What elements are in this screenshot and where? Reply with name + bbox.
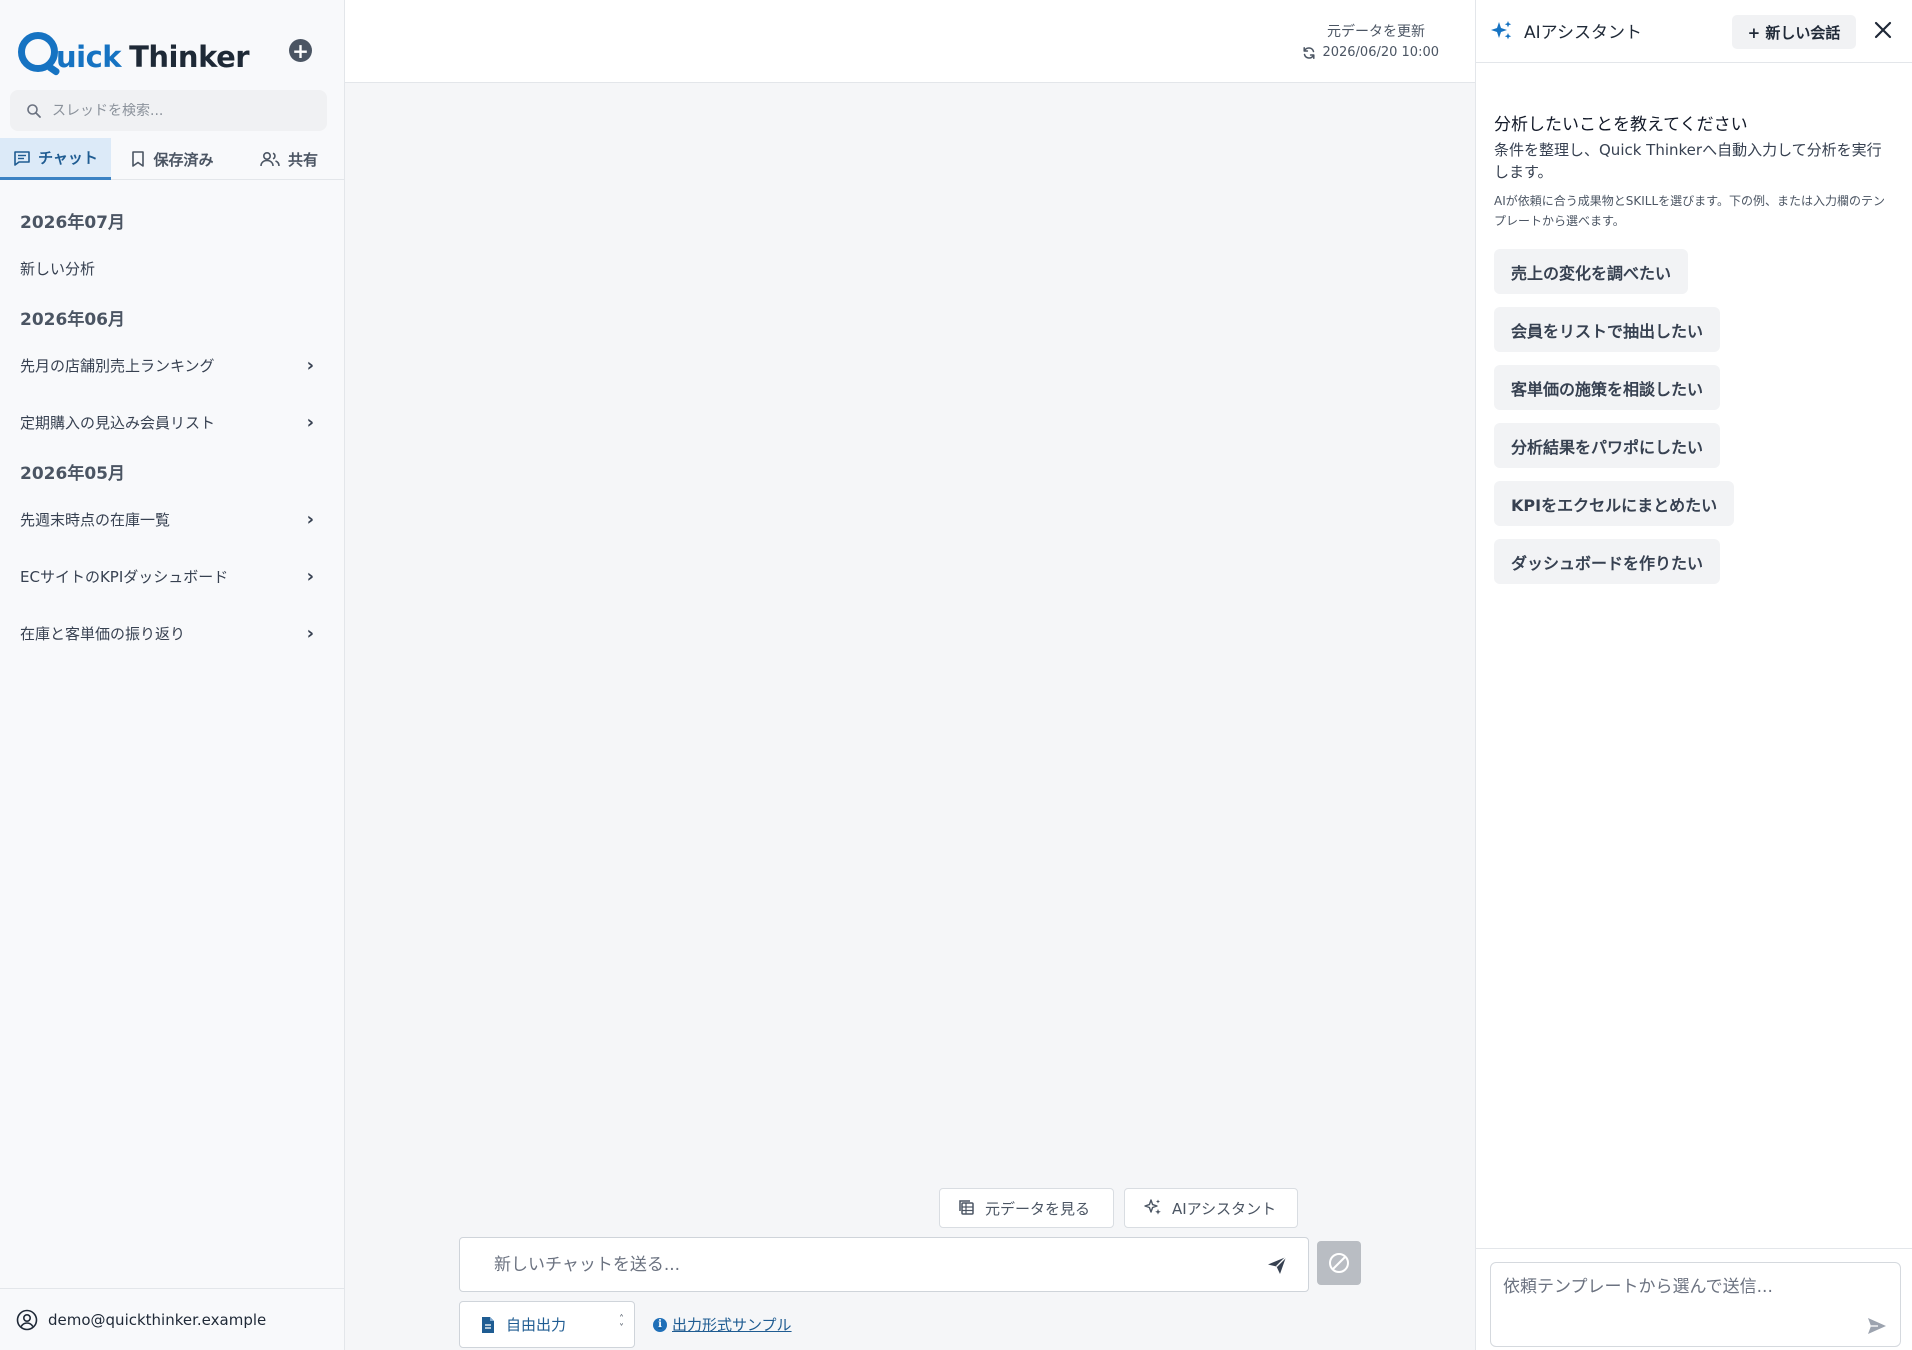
panel-note: AIが依頼に合う成果物とSKILLを選びます。下の例、または入力欄のテンプレート… (1494, 194, 1885, 228)
output-format-select[interactable]: 自由出力 ˄ ˅ (459, 1301, 635, 1348)
thread-item[interactable]: ECサイトのKPIダッシュボード › (0, 548, 344, 605)
thread-item[interactable]: 新しい分析 (0, 240, 344, 297)
chat-input-box[interactable] (459, 1237, 1309, 1292)
output-format-sample-link[interactable]: i 出力形式サンプル (653, 1314, 792, 1335)
thread-title: 先週末時点の在庫一覧 (20, 511, 171, 529)
thread-item[interactable]: 先月の店舗別売上ランキング › (0, 337, 344, 394)
bookmark-icon (132, 151, 145, 167)
last-updated-time: 2026/06/20 10:00 (1322, 45, 1439, 60)
logo-text-thinker: Thinker (129, 40, 250, 74)
thread-item[interactable]: 先週末時点の在庫一覧 › (0, 491, 344, 548)
thread-item[interactable]: 定期購入の見込み会員リスト › (0, 394, 344, 451)
ai-assistant-panel: AIアシスタント + 新しい会話 分析したいことを教えてください 条件を整理し、… (1475, 0, 1912, 1350)
thread-title: 新しい分析 (20, 260, 96, 278)
suggestion-chip[interactable]: KPIをエクセルにまとめたい (1494, 481, 1735, 526)
user-circle-icon (16, 1309, 38, 1330)
chevron-right-icon: › (306, 566, 314, 587)
tab-shared[interactable]: 共有 (233, 138, 344, 180)
thread-title: 先月の店舗別売上ランキング (20, 357, 215, 375)
suggestion-chip[interactable]: 客単価の施策を相談したい (1494, 365, 1721, 410)
tab-saved[interactable]: 保存済み (111, 138, 233, 180)
chevron-right-icon: › (306, 509, 314, 530)
panel-description: 条件を整理し、Quick Thinkerへ自動入力して分析を実行します。 (1494, 141, 1882, 181)
suggestion-chip[interactable]: 売上の変化を調べたい (1494, 249, 1689, 294)
refresh-data-button[interactable]: 元データを更新 (1327, 21, 1425, 41)
thread-list: 2026年07月 新しい分析 2026年06月 先月の店舗別売上ランキング › … (0, 200, 344, 662)
users-icon (260, 151, 280, 167)
month-heading: 2026年05月 (20, 463, 125, 484)
user-account[interactable]: demo@quickthinker.example (0, 1288, 344, 1350)
view-data-button[interactable]: 元データを見る (939, 1188, 1114, 1228)
info-icon: i (653, 1317, 667, 1332)
suggestion-chip[interactable]: 分析結果をパワポにしたい (1494, 423, 1721, 468)
thread-search[interactable] (10, 90, 327, 131)
plus-icon: + (292, 38, 309, 63)
ai-assistant-button[interactable]: AIアシスタント (1124, 1188, 1298, 1228)
tab-shared-label: 共有 (287, 150, 318, 169)
panel-request-input[interactable] (1503, 1272, 1853, 1312)
tab-chat-label: チャット (38, 149, 98, 167)
user-email: demo@quickthinker.example (48, 1310, 267, 1329)
main-header: 元データを更新 2026/06/20 10:00 (345, 0, 1475, 83)
refresh-icon (1303, 46, 1316, 59)
panel-heading: 分析したいことを教えてください (1494, 115, 1748, 135)
ai-assistant-label: AIアシスタント (1172, 1199, 1277, 1218)
chevron-right-icon: › (306, 412, 314, 433)
tab-saved-label: 保存済み (153, 150, 214, 169)
thread-title: ECサイトのKPIダッシュボード (20, 568, 229, 586)
thread-item[interactable]: 在庫と客単価の振り返り › (0, 605, 344, 662)
panel-input-box[interactable] (1490, 1262, 1901, 1347)
thread-title: 定期購入の見込み会員リスト (20, 414, 216, 432)
close-icon[interactable] (1872, 19, 1894, 41)
month-heading: 2026年06月 (20, 309, 125, 330)
sidebar: uick Thinker + チャット 保存済み (0, 0, 345, 1350)
sidebar-tabs: チャット 保存済み 共有 (0, 138, 344, 180)
sparkle-icon (1491, 20, 1512, 39)
app-logo[interactable]: uick Thinker (18, 26, 250, 74)
suggestion-chip[interactable]: 会員をリストで抽出したい (1494, 307, 1721, 352)
chat-icon (14, 150, 30, 166)
main-area: 元データを更新 2026/06/20 10:00 元データを見る AIアシスタン… (345, 0, 1475, 1350)
search-icon (27, 103, 41, 118)
table-icon (959, 1200, 974, 1215)
tab-chat[interactable]: チャット (0, 138, 111, 180)
view-data-label: 元データを見る (985, 1199, 1091, 1218)
search-input[interactable] (52, 102, 312, 119)
divider (1476, 1248, 1912, 1249)
new-thread-button[interactable]: + (289, 39, 312, 62)
panel-title-text: AIアシスタント (1524, 23, 1642, 43)
document-icon (482, 1316, 494, 1333)
thread-title: 在庫と客単価の振り返り (20, 625, 186, 643)
panel-header: AIアシスタント + 新しい会話 (1476, 0, 1912, 63)
panel-title: AIアシスタント (1490, 18, 1642, 43)
chevron-right-icon: › (306, 623, 314, 644)
month-heading: 2026年07月 (20, 212, 125, 233)
logo-text-quick: uick (56, 40, 122, 74)
new-conversation-button[interactable]: + 新しい会話 (1732, 15, 1856, 49)
output-format-value: 自由出力 (506, 1316, 567, 1334)
logo-q-mark (18, 32, 58, 72)
last-updated: 2026/06/20 10:00 (1302, 45, 1439, 60)
send-icon[interactable] (1866, 1316, 1888, 1336)
sparkle-icon (1144, 1199, 1161, 1215)
chevron-right-icon: › (306, 355, 314, 376)
send-icon[interactable] (1266, 1254, 1288, 1276)
stop-button[interactable] (1317, 1241, 1361, 1285)
suggestion-list: 売上の変化を調べたい 会員をリストで抽出したい 客単価の施策を相談したい 分析結… (1494, 249, 1735, 597)
block-icon (1329, 1253, 1349, 1273)
chevron-updown-icon: ˄ ˅ (619, 1314, 624, 1334)
chat-input[interactable] (494, 1254, 1234, 1275)
suggestion-chip[interactable]: ダッシュボードを作りたい (1494, 539, 1721, 584)
sample-link-label: 出力形式サンプル (672, 1316, 792, 1334)
